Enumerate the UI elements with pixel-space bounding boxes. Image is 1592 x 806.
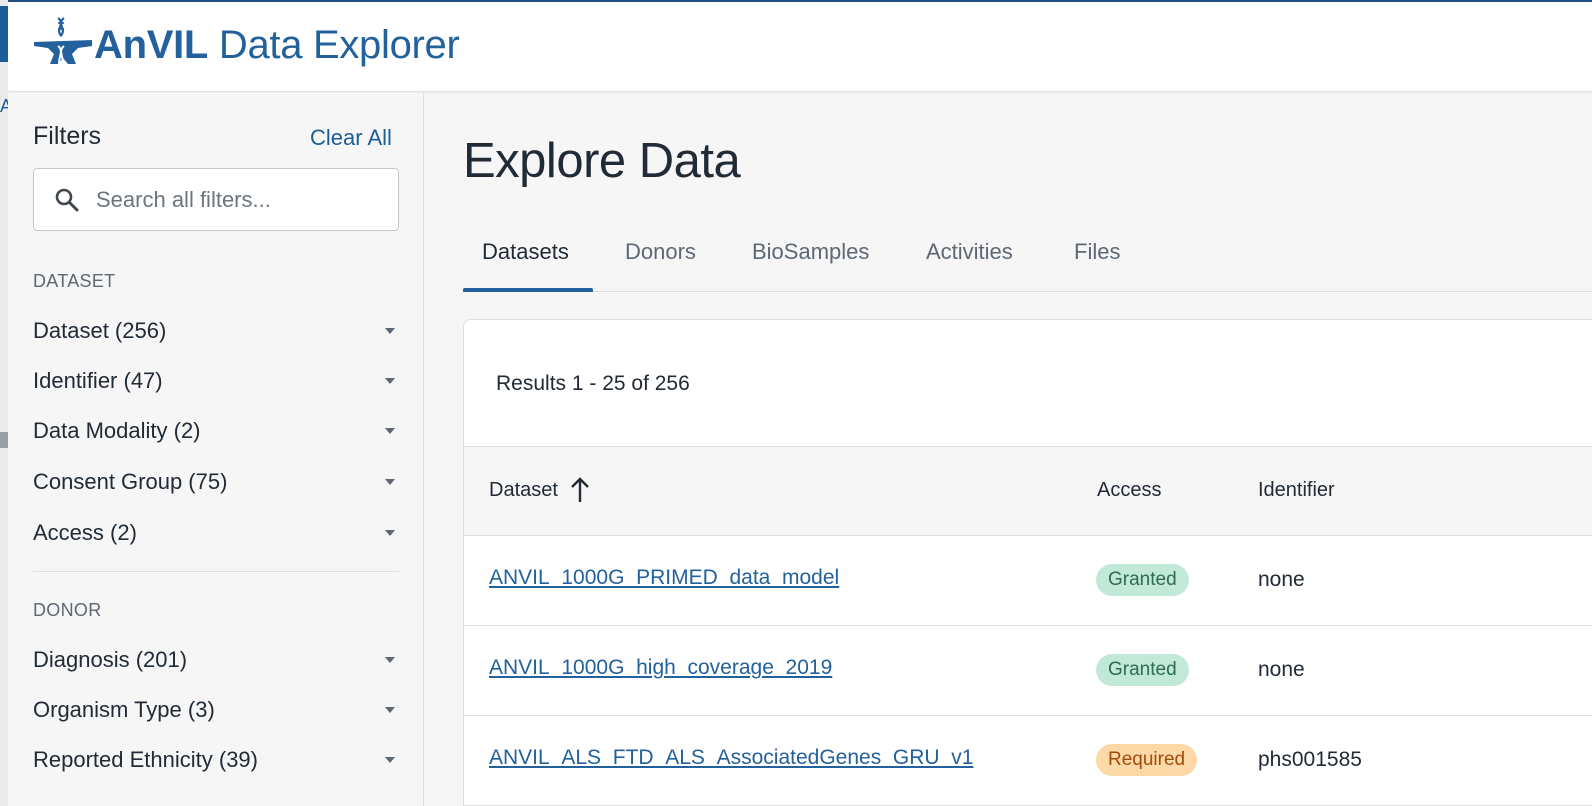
caret-down-icon <box>385 479 395 485</box>
section-label-dataset: DATASET <box>33 271 116 291</box>
app-title: AnVIL Data Explorer <box>94 23 460 68</box>
app-title-rest: Data Explorer <box>208 22 460 67</box>
caret-down-icon <box>385 428 395 434</box>
facet-label: Consent Group (75) <box>33 469 228 494</box>
access-status-badge: Granted <box>1096 564 1189 596</box>
results-card: Results 1 - 25 of 256 Dataset Access Ide… <box>463 319 1592 806</box>
background-window-block <box>0 432 8 448</box>
identifier-cell: phs001585 <box>1258 748 1362 771</box>
facet-diagnosis[interactable]: Diagnosis (201) <box>33 641 399 681</box>
background-window-link: A <box>0 96 8 116</box>
section-divider <box>33 571 399 572</box>
facet-access[interactable]: Access (2) <box>33 514 399 554</box>
page-title: Explore Data <box>463 134 741 188</box>
facet-label: Organism Type (3) <box>33 697 215 722</box>
access-status-badge: Granted <box>1096 654 1189 686</box>
facet-label: Identifier (47) <box>33 368 163 393</box>
caret-down-icon <box>385 757 395 763</box>
main-content: Explore Data Datasets Donors BioSamples … <box>425 93 1592 806</box>
background-window-header <box>0 6 8 62</box>
app-logo[interactable]: AnVIL Data Explorer <box>32 16 460 74</box>
facet-label: Dataset (256) <box>33 318 167 343</box>
app-window: AnVIL Data Explorer Filters Clear All DA… <box>8 0 1592 806</box>
filter-search-box[interactable] <box>33 168 399 231</box>
tab-files[interactable]: Files <box>1074 239 1120 265</box>
caret-down-icon <box>385 328 395 334</box>
background-window-edge: A <box>0 0 8 806</box>
entity-tabs: Datasets Donors BioSamples Activities Fi… <box>463 221 1592 292</box>
caret-down-icon <box>385 707 395 713</box>
clear-all-button[interactable]: Clear All <box>310 125 392 151</box>
search-icon <box>55 188 79 212</box>
facet-consent-group[interactable]: Consent Group (75) <box>33 463 399 503</box>
column-header-dataset[interactable]: Dataset <box>489 479 558 502</box>
table-header: Dataset Access Identifier <box>464 446 1592 536</box>
caret-down-icon <box>385 657 395 663</box>
facet-dataset[interactable]: Dataset (256) <box>33 312 399 352</box>
facet-label: Access (2) <box>33 520 137 545</box>
filters-title: Filters <box>33 122 102 150</box>
table-row: ANVIL_1000G_PRIMED_data_model Granted no… <box>464 536 1592 626</box>
dataset-link[interactable]: ANVIL_ALS_FTD_ALS_AssociatedGenes_GRU_v1 <box>489 746 973 770</box>
app-title-bold: AnVIL <box>94 22 209 67</box>
anvil-dna-logo-icon <box>34 17 92 73</box>
caret-down-icon <box>385 530 395 536</box>
facet-organism-type[interactable]: Organism Type (3) <box>33 691 399 731</box>
caret-down-icon <box>385 378 395 384</box>
active-tab-indicator <box>463 288 593 292</box>
filters-sidebar: Filters Clear All DATASET Dataset (256) … <box>8 93 424 806</box>
column-header-access[interactable]: Access <box>1097 479 1161 502</box>
dataset-link[interactable]: ANVIL_1000G_high_coverage_2019 <box>489 656 832 680</box>
section-label-donor: DONOR <box>33 600 102 620</box>
facet-data-modality[interactable]: Data Modality (2) <box>33 412 399 452</box>
facet-identifier[interactable]: Identifier (47) <box>33 362 399 402</box>
sort-ascending-icon[interactable] <box>570 476 590 504</box>
facet-label: Reported Ethnicity (39) <box>33 747 258 772</box>
app-header: AnVIL Data Explorer <box>8 2 1592 92</box>
identifier-cell: none <box>1258 568 1305 591</box>
identifier-cell: none <box>1258 658 1305 681</box>
tab-datasets[interactable]: Datasets <box>482 239 569 265</box>
dataset-link[interactable]: ANVIL_1000G_PRIMED_data_model <box>489 566 839 590</box>
facet-label: Data Modality (2) <box>33 418 201 443</box>
access-status-badge: Required <box>1096 744 1198 776</box>
tab-biosamples[interactable]: BioSamples <box>752 239 869 265</box>
table-row: ANVIL_1000G_high_coverage_2019 Granted n… <box>464 626 1592 716</box>
facet-label: Diagnosis (201) <box>33 647 188 672</box>
facet-reported-ethnicity[interactable]: Reported Ethnicity (39) <box>33 741 399 781</box>
tab-activities[interactable]: Activities <box>926 239 1013 265</box>
table-row: ANVIL_ALS_FTD_ALS_AssociatedGenes_GRU_v1… <box>464 716 1592 806</box>
column-header-identifier[interactable]: Identifier <box>1258 479 1335 502</box>
filter-search-input[interactable] <box>96 183 386 217</box>
results-count: Results 1 - 25 of 256 <box>496 372 690 395</box>
tab-donors[interactable]: Donors <box>625 239 696 265</box>
